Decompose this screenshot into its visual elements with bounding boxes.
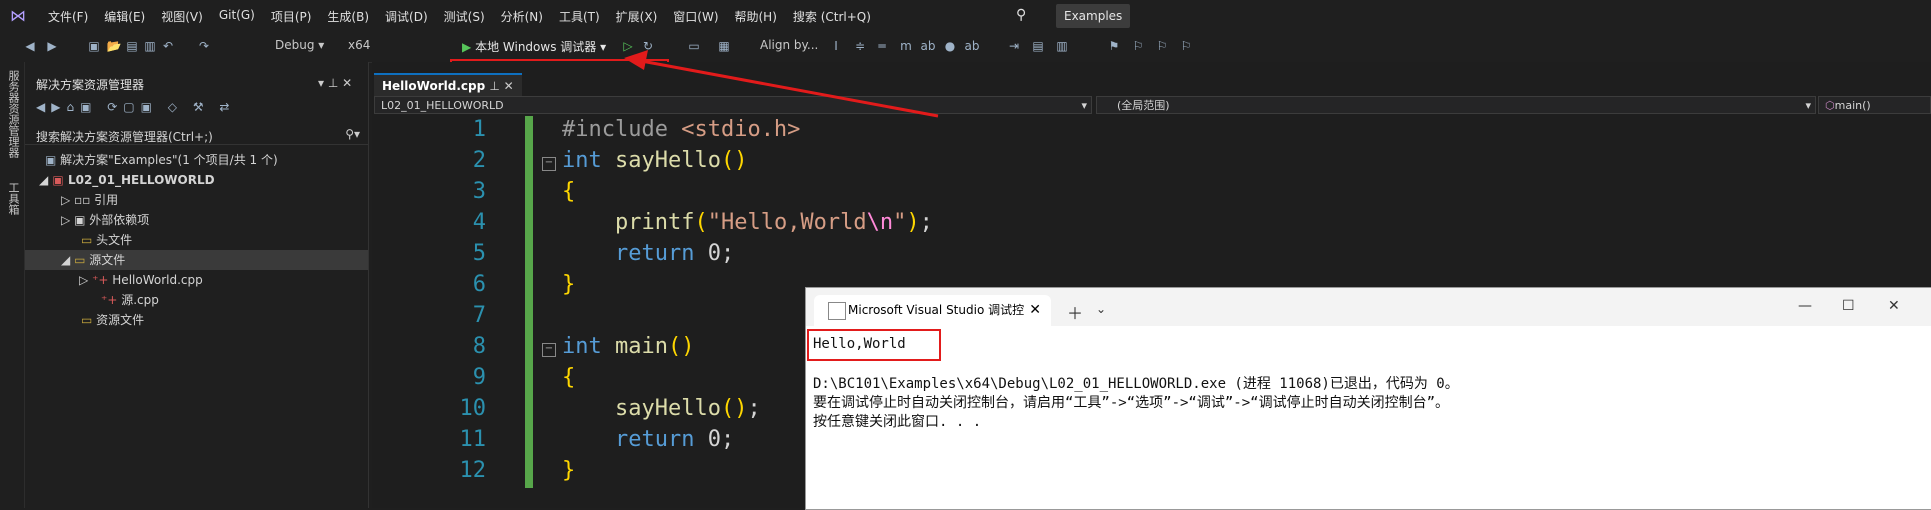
red-arrow-annotation: [624, 50, 939, 118]
arrow-head: [624, 50, 648, 70]
arrow-shaft: [635, 58, 939, 118]
